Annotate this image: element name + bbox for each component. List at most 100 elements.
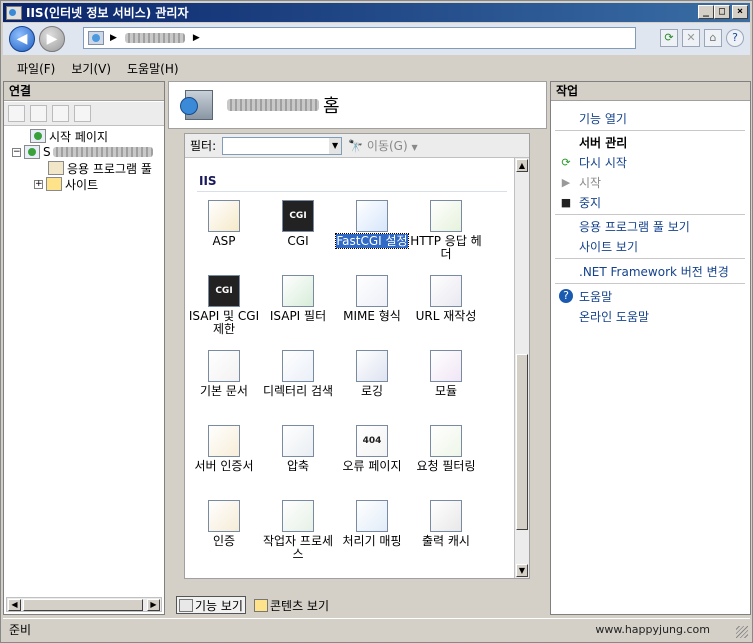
go-button[interactable]: 🔭 이동(G) ▼: [348, 137, 418, 154]
menu-file[interactable]: 파일(F): [17, 60, 55, 77]
scroll-up-icon[interactable]: ▲: [516, 159, 528, 172]
online-help-link[interactable]: 온라인 도움말: [551, 306, 750, 326]
features-view-button[interactable]: 기능 보기: [176, 596, 246, 614]
features-view: 필터: ▼ 🔭 이동(G) ▼ ▲ ▼ IIS ASP CGI CGI FastCGI…: [184, 133, 530, 579]
forward-button[interactable]: ▶: [39, 26, 65, 52]
feature-label: 인증: [212, 534, 236, 548]
save-icon[interactable]: [30, 105, 47, 122]
feature-request-filter[interactable]: 요청 필터링: [409, 425, 483, 473]
back-button[interactable]: ◀: [9, 26, 35, 52]
feature-isapi-cgi[interactable]: CGI ISAPI 및 CGI 제한: [187, 275, 261, 336]
group-divider: [197, 191, 507, 192]
asp-icon: [208, 200, 240, 232]
feature-logging[interactable]: 로깅: [335, 350, 409, 398]
maximize-button[interactable]: □: [714, 5, 730, 19]
content-view-icon: [253, 598, 268, 612]
fastcgi-icon: [356, 200, 388, 232]
open-feature-link[interactable]: 기능 열기: [551, 108, 750, 128]
resize-grip[interactable]: [736, 626, 748, 638]
view-app-pools-link[interactable]: 응용 프로그램 풀 보기: [551, 216, 750, 236]
change-net-version-link[interactable]: .NET Framework 버전 변경: [551, 261, 750, 281]
breadcrumb-arrow-icon: ▶: [110, 33, 117, 43]
feature-cert[interactable]: 서버 인증서: [187, 425, 261, 473]
feature-fastcgi[interactable]: FastCGI 설정: [335, 200, 409, 249]
chevron-down-icon[interactable]: ▼: [329, 137, 342, 154]
up-icon[interactable]: [52, 105, 69, 122]
feature-handler-map[interactable]: 처리기 매핑: [335, 500, 409, 548]
features-vscrollbar[interactable]: ▲ ▼: [514, 158, 529, 578]
feature-default-doc[interactable]: 기본 문서: [187, 350, 261, 398]
close-button[interactable]: ×: [732, 5, 748, 19]
feature-url-rewrite[interactable]: URL 재작성: [409, 275, 483, 323]
feature-label: 로깅: [360, 384, 384, 398]
minimize-button[interactable]: _: [698, 5, 714, 19]
refresh-icon[interactable]: ⟳: [660, 29, 678, 47]
tree-item-server[interactable]: − S: [12, 144, 153, 160]
separator: [555, 214, 745, 215]
disconnect-icon[interactable]: [74, 105, 91, 122]
view-sites-link[interactable]: 사이트 보기: [551, 236, 750, 256]
feature-label: 작업자 프로세스: [262, 534, 334, 561]
actions-pane: 작업 기능 열기 서버 관리 ⟳ 다시 시작 ▶ 시작 ■ 중지 응용 프로그램…: [550, 81, 751, 615]
start-link[interactable]: ▶ 시작: [551, 172, 750, 192]
help-icon[interactable]: ?: [726, 29, 744, 47]
feature-mime[interactable]: MIME 형식: [335, 275, 409, 323]
stop-link[interactable]: ■ 중지: [551, 192, 750, 212]
filter-input[interactable]: ▼: [222, 136, 343, 155]
scroll-right-icon[interactable]: ▶: [147, 599, 160, 611]
scroll-left-icon[interactable]: ◀: [8, 599, 21, 611]
auth-icon: [208, 500, 240, 532]
filter-bar: 필터: ▼ 🔭 이동(G) ▼: [185, 134, 529, 158]
tree-item-sites[interactable]: + 사이트: [34, 176, 98, 192]
connect-icon[interactable]: [8, 105, 25, 122]
icon-badge: CGI: [289, 210, 307, 221]
connections-hscrollbar[interactable]: ◀ ▶: [6, 597, 162, 612]
feature-label: 오류 페이지: [342, 459, 402, 473]
feature-label: URL 재작성: [415, 309, 477, 323]
tree-item-app-pools[interactable]: 응용 프로그램 풀: [48, 160, 152, 176]
collapse-icon[interactable]: −: [12, 147, 21, 157]
menu-view[interactable]: 보기(V): [71, 60, 111, 77]
home-icon[interactable]: ⌂: [704, 29, 722, 47]
connections-title: 연결: [4, 82, 164, 101]
isapi-cgi-icon: CGI: [208, 275, 240, 307]
stop-icon[interactable]: ✕: [682, 29, 700, 47]
feature-output-cache[interactable]: 출력 캐시: [409, 500, 483, 548]
feature-label: 압축: [286, 459, 310, 473]
menu-help[interactable]: 도움말(H): [127, 60, 179, 77]
feature-compression[interactable]: 압축: [261, 425, 335, 473]
feature-worker-process[interactable]: 작업자 프로세스: [261, 500, 335, 561]
feature-http-headers[interactable]: HTTP 응답 헤더: [409, 200, 483, 261]
expand-icon[interactable]: +: [34, 179, 43, 189]
tree-item-start-page[interactable]: 시작 페이지: [30, 128, 108, 144]
server-management-header: 서버 관리: [579, 135, 628, 150]
feature-label: CGI: [287, 234, 309, 248]
iis-app-icon: [6, 5, 22, 20]
iis-manager-window: IIS(인터넷 정보 서비스) 관리자 _ □ × ◀ ▶ ▶ ▶ ⟳ ✕ ⌂ …: [0, 0, 753, 643]
server-icon: [24, 145, 40, 159]
scroll-thumb[interactable]: [516, 354, 528, 530]
feature-error-page[interactable]: 404 오류 페이지: [335, 425, 409, 473]
restart-link[interactable]: ⟳ 다시 시작: [551, 152, 750, 172]
scroll-down-icon[interactable]: ▼: [516, 564, 528, 577]
feature-auth[interactable]: 인증: [187, 500, 261, 548]
feature-dir-browse[interactable]: 디렉터리 검색: [261, 350, 335, 398]
content-view-button[interactable]: 콘텐츠 보기: [252, 596, 331, 614]
actions-title: 작업: [551, 82, 750, 101]
help-link[interactable]: ? 도움말: [551, 286, 750, 306]
feature-isapi-filter[interactable]: ISAPI 필터: [261, 275, 335, 323]
connections-pane: 연결 시작 페이지 − S 응용 프로그램 풀 + 사이트 ◀ ▶: [3, 81, 165, 615]
default-doc-icon: [208, 350, 240, 382]
feature-modules[interactable]: 모듈: [409, 350, 483, 398]
redacted-server-name: [52, 147, 153, 157]
feature-cgi[interactable]: CGI CGI: [261, 200, 335, 248]
server-home-icon: [180, 90, 213, 120]
output-cache-icon: [430, 500, 462, 532]
address-field[interactable]: ▶ ▶: [83, 27, 636, 49]
feature-asp[interactable]: ASP: [187, 200, 261, 248]
compression-icon: [282, 425, 314, 457]
feature-label: ISAPI 및 CGI 제한: [188, 309, 260, 336]
feature-label: 모듈: [434, 384, 458, 398]
sites-folder-icon: [46, 177, 62, 191]
scroll-thumb[interactable]: [23, 599, 143, 611]
